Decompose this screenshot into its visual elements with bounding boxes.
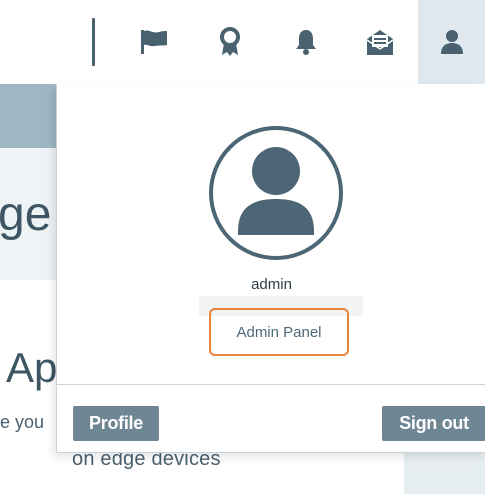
username-label: admin (251, 276, 292, 293)
user-avatar-icon (209, 126, 343, 260)
award-icon[interactable] (214, 26, 246, 58)
panel-divider (57, 384, 485, 385)
background-banner (0, 84, 60, 148)
top-header (0, 0, 485, 84)
profile-button[interactable]: Profile (73, 406, 159, 441)
user-dropdown-panel: admin Admin Panel Profile Sign out (56, 84, 485, 453)
bell-icon[interactable] (290, 26, 322, 58)
user-icon (436, 26, 468, 58)
background-title: Ap (6, 344, 58, 391)
admin-panel-link[interactable]: Admin Panel (209, 308, 349, 356)
user-menu-tab[interactable] (418, 0, 485, 84)
background-heading: ge (0, 188, 52, 241)
mail-icon[interactable] (364, 26, 396, 58)
sign-out-button[interactable]: Sign out (382, 406, 485, 441)
flag-icon[interactable] (138, 26, 170, 58)
background-text: e you (0, 412, 45, 432)
background-block (404, 450, 485, 494)
header-divider (92, 18, 95, 66)
